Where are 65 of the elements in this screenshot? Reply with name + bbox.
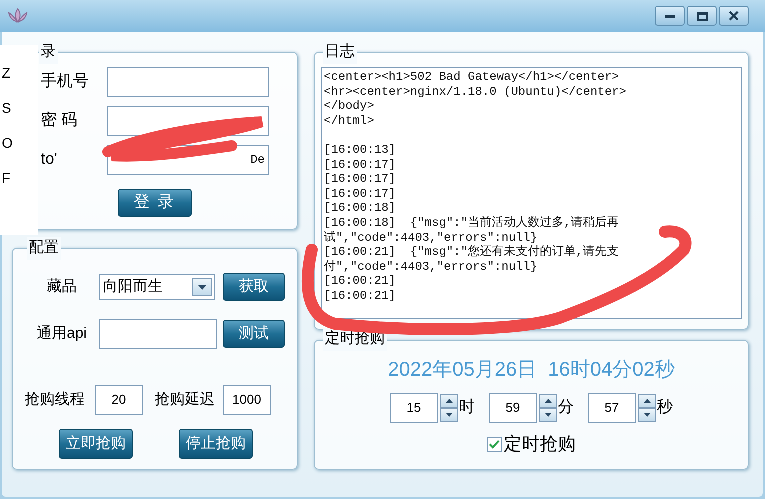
- spin-up-button[interactable]: [638, 394, 656, 408]
- close-icon: [729, 11, 739, 21]
- log-line: <center><h1>502 Bad Gateway</h1></center>: [324, 70, 620, 85]
- number-field[interactable]: 15: [390, 393, 438, 423]
- spin-up-button[interactable]: [539, 394, 557, 408]
- unit-label: 秒: [657, 398, 673, 418]
- field-label: 密 码: [41, 110, 78, 131]
- field-label: 通用api: [36, 324, 88, 344]
- group-title: 配置: [27, 237, 61, 260]
- unit-label: 时: [459, 398, 475, 418]
- up-arrow-icon: [642, 398, 652, 404]
- close-button[interactable]: [719, 6, 749, 26]
- checkbox[interactable]: [487, 437, 502, 452]
- down-arrow-icon: [642, 412, 652, 418]
- lotus-logo-icon: [6, 7, 30, 25]
- number-field[interactable]: 57: [588, 393, 636, 423]
- start-button[interactable]: 立即抢购: [59, 429, 133, 459]
- thread-count-field[interactable]: 20: [95, 385, 143, 415]
- log-line: [16:00:17]: [324, 158, 396, 172]
- clock-text: 2022年05月26日 16时04分02秒: [388, 358, 675, 383]
- spin-down-button[interactable]: [440, 408, 458, 422]
- unit-label: 分: [558, 398, 574, 418]
- api-input-field[interactable]: [99, 319, 217, 349]
- stop-button[interactable]: 停止抢购: [179, 429, 253, 459]
- field-label: 抢购线程: [25, 390, 85, 410]
- field-label: to': [41, 150, 58, 170]
- strip-letter: Z: [2, 64, 11, 83]
- field-label: 抢购延迟: [155, 390, 215, 410]
- log-line: </body>: [324, 99, 374, 114]
- strip-letter: F: [2, 169, 11, 188]
- down-arrow-icon: [444, 412, 454, 418]
- item-dropdown[interactable]: 向阳而生: [99, 274, 215, 300]
- delay-field[interactable]: 1000: [223, 385, 271, 415]
- spin-down-button[interactable]: [638, 408, 656, 422]
- spin-up-button[interactable]: [440, 394, 458, 408]
- fetch-button[interactable]: 获取: [223, 273, 285, 301]
- login-button[interactable]: 登 录: [118, 189, 192, 217]
- log-line: [16:00:21] {"msg":"您还有未支付的订单,请先支: [324, 245, 620, 260]
- up-arrow-icon: [444, 398, 454, 404]
- log-line: 试","code":4403,"errors":null}: [324, 230, 538, 245]
- group-title: 日志: [323, 41, 357, 64]
- checkbox-label: 定时抢购: [504, 433, 576, 456]
- log-line: [16:00:17]: [324, 172, 396, 187]
- field-label: 手机号: [41, 72, 90, 92]
- log-line: <hr><center>nginx/1.18.0 (Ubuntu)</center>: [324, 84, 626, 100]
- up-arrow-icon: [544, 398, 552, 404]
- maximize-button[interactable]: [687, 6, 717, 26]
- field-label: 藏品: [46, 276, 78, 297]
- log-line: [16:00:21]: [324, 288, 396, 304]
- minimize-button[interactable]: [655, 6, 685, 26]
- input-field[interactable]: [107, 67, 269, 97]
- strip-letter: S: [2, 99, 12, 118]
- log-line: 付","code":4403,"errors":null}: [324, 260, 538, 274]
- log-line: [16:00:18]: [324, 201, 396, 216]
- log-line: [16:00:17]: [324, 186, 396, 202]
- test-button[interactable]: 测试: [223, 320, 285, 348]
- number-field[interactable]: 59: [489, 393, 537, 423]
- spin-down-button[interactable]: [539, 408, 557, 422]
- log-line: </html>: [324, 114, 374, 128]
- strip-letter: O: [2, 134, 13, 153]
- log-line: [16:00:18] {"msg":"当前活动人数过多,请稍后再: [324, 216, 620, 231]
- log-line: [16:00:21]: [324, 274, 396, 289]
- down-arrow-icon: [544, 412, 552, 418]
- log-line: [16:00:13]: [324, 142, 396, 158]
- group-title: 录: [39, 41, 58, 64]
